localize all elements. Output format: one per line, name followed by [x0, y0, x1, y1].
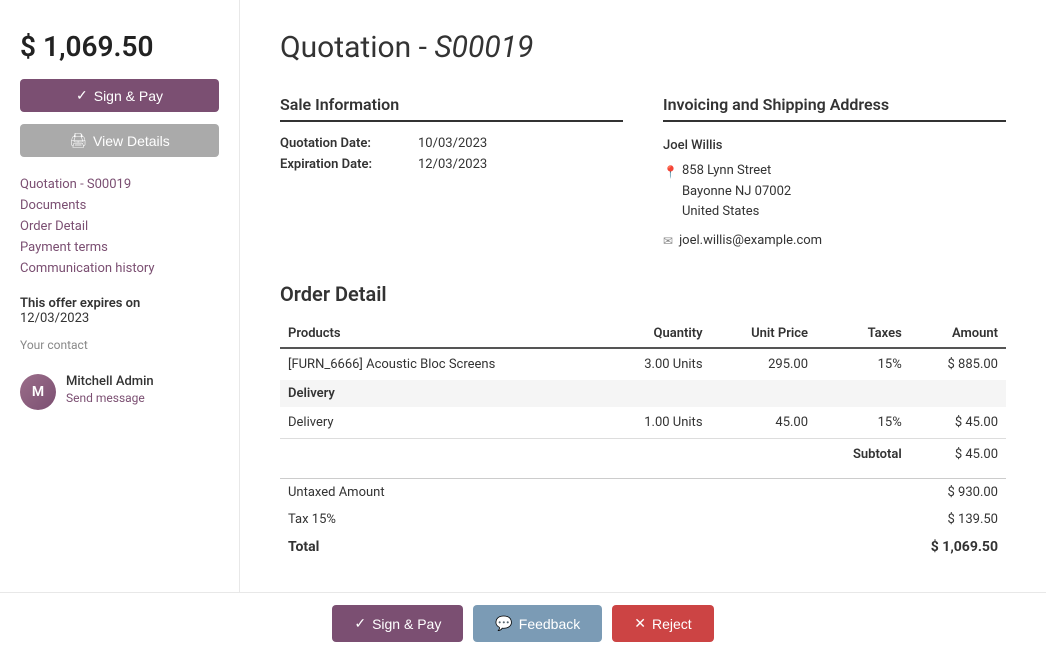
product-taxes: 15%: [816, 348, 910, 380]
delivery-taxes: 15%: [816, 407, 910, 439]
delivery-unit-price: 45.00: [711, 407, 817, 439]
offer-expires: This offer expires on 12/03/2023: [20, 296, 219, 326]
product-unit-price: 295.00: [711, 348, 817, 380]
quotation-date-value: 10/03/2023: [418, 136, 487, 151]
shipping-section: Invoicing and Shipping Address Joel Will…: [663, 95, 1006, 252]
nav-quotation[interactable]: Quotation - S00019: [20, 177, 219, 192]
quotation-date-label: Quotation Date:: [280, 136, 410, 151]
total-label: Total: [288, 539, 319, 555]
order-detail-section: Order Detail Products Quantity Unit Pric…: [280, 282, 1006, 561]
address-block: Joel Willis 📍 858 Lynn Street Bayonne NJ…: [663, 136, 1006, 252]
sidebar: $ 1,069.50 ✓ Sign & Pay 🖨 View Details Q…: [0, 0, 240, 654]
two-col-section: Sale Information Quotation Date: 10/03/2…: [280, 95, 1006, 252]
product-name: [FURN_6666] Acoustic Bloc Screens: [280, 348, 603, 380]
sidebar-price: $ 1,069.50: [20, 30, 219, 63]
tax-label: Tax 15%: [288, 512, 336, 527]
col-products: Products: [280, 320, 603, 348]
subtotal-row: Subtotal $ 45.00: [280, 438, 1006, 470]
total-row: Total $ 1,069.50: [280, 533, 1006, 561]
expiration-date-label: Expiration Date:: [280, 157, 410, 172]
total-value: $ 1,069.50: [931, 539, 998, 555]
delivery-quantity: 1.00 Units: [603, 407, 710, 439]
times-icon: ✕: [634, 615, 646, 632]
bottom-feedback-button[interactable]: 💬 Feedback: [473, 605, 602, 642]
contact-info: Mitchell Admin Send message: [66, 374, 154, 405]
tax-row: Tax 15% $ 139.50: [280, 506, 1006, 533]
expiration-date-row: Expiration Date: 12/03/2023: [280, 157, 623, 172]
tax-value: $ 139.50: [948, 512, 999, 527]
contact-section: M Mitchell Admin Send message: [20, 374, 219, 410]
bottom-reject-button[interactable]: ✕ Reject: [612, 605, 713, 642]
untaxed-value: $ 930.00: [948, 485, 999, 500]
nav-order-detail[interactable]: Order Detail: [20, 219, 219, 234]
untaxed-row: Untaxed Amount $ 930.00: [280, 479, 1006, 506]
checkmark-icon: ✓: [354, 615, 366, 632]
pin-icon: 📍: [663, 163, 678, 182]
nav-communication-history[interactable]: Communication history: [20, 261, 219, 276]
table-row: [FURN_6666] Acoustic Bloc Screens 3.00 U…: [280, 348, 1006, 380]
col-unit-price: Unit Price: [711, 320, 817, 348]
table-header-row: Products Quantity Unit Price Taxes Amoun…: [280, 320, 1006, 348]
sidebar-view-details-button[interactable]: 🖨 View Details: [20, 124, 219, 157]
col-quantity: Quantity: [603, 320, 710, 348]
chat-icon: 💬: [495, 615, 512, 632]
sale-information-section: Sale Information Quotation Date: 10/03/2…: [280, 95, 623, 252]
subtotal-label: Subtotal: [816, 438, 910, 470]
nav-documents[interactable]: Documents: [20, 198, 219, 213]
contact-name: Mitchell Admin: [66, 374, 154, 389]
totals-section: Untaxed Amount $ 930.00 Tax 15% $ 139.50…: [280, 478, 1006, 561]
quotation-title: Quotation - S00019: [280, 30, 1006, 65]
order-detail-title: Order Detail: [280, 282, 1006, 306]
delivery-name: Delivery: [280, 407, 603, 439]
sidebar-nav: Quotation - S00019 Documents Order Detai…: [20, 177, 219, 276]
bottom-sign-pay-button[interactable]: ✓ Sign & Pay: [332, 605, 463, 642]
printer-icon: 🖨: [69, 132, 87, 149]
delivery-amount: $ 45.00: [910, 407, 1006, 439]
checkmark-icon: ✓: [76, 87, 88, 104]
main-content: Quotation - S00019 Sale Information Quot…: [240, 0, 1046, 654]
shipping-address: 858 Lynn Street Bayonne NJ 07002 United …: [682, 161, 791, 223]
quotation-date-row: Quotation Date: 10/03/2023: [280, 136, 623, 151]
shipping-name: Joel Willis: [663, 136, 1006, 157]
shipping-street-line: 📍 858 Lynn Street Bayonne NJ 07002 Unite…: [663, 161, 1006, 223]
sidebar-sign-pay-button[interactable]: ✓ Sign & Pay: [20, 79, 219, 112]
expiration-date-value: 12/03/2023: [418, 157, 487, 172]
subtotal-value: $ 45.00: [910, 438, 1006, 470]
delivery-group-row: Delivery: [280, 380, 1006, 407]
shipping-title: Invoicing and Shipping Address: [663, 95, 1006, 122]
product-amount: $ 885.00: [910, 348, 1006, 380]
order-table: Products Quantity Unit Price Taxes Amoun…: [280, 320, 1006, 470]
shipping-email-line: ✉ joel.willis@example.com: [663, 231, 1006, 252]
send-message-link[interactable]: Send message: [66, 391, 154, 405]
col-amount: Amount: [910, 320, 1006, 348]
email-icon: ✉: [663, 232, 673, 251]
delivery-group-label: Delivery: [280, 380, 1006, 407]
table-row: Delivery 1.00 Units 45.00 15% $ 45.00: [280, 407, 1006, 439]
avatar: M: [20, 374, 56, 410]
col-taxes: Taxes: [816, 320, 910, 348]
product-quantity: 3.00 Units: [603, 348, 710, 380]
nav-payment-terms[interactable]: Payment terms: [20, 240, 219, 255]
bottom-bar: ✓ Sign & Pay 💬 Feedback ✕ Reject: [0, 592, 1046, 654]
your-contact-label: Your contact: [20, 338, 219, 352]
sale-info-title: Sale Information: [280, 95, 623, 122]
shipping-email: joel.willis@example.com: [679, 231, 822, 252]
untaxed-label: Untaxed Amount: [288, 485, 385, 500]
